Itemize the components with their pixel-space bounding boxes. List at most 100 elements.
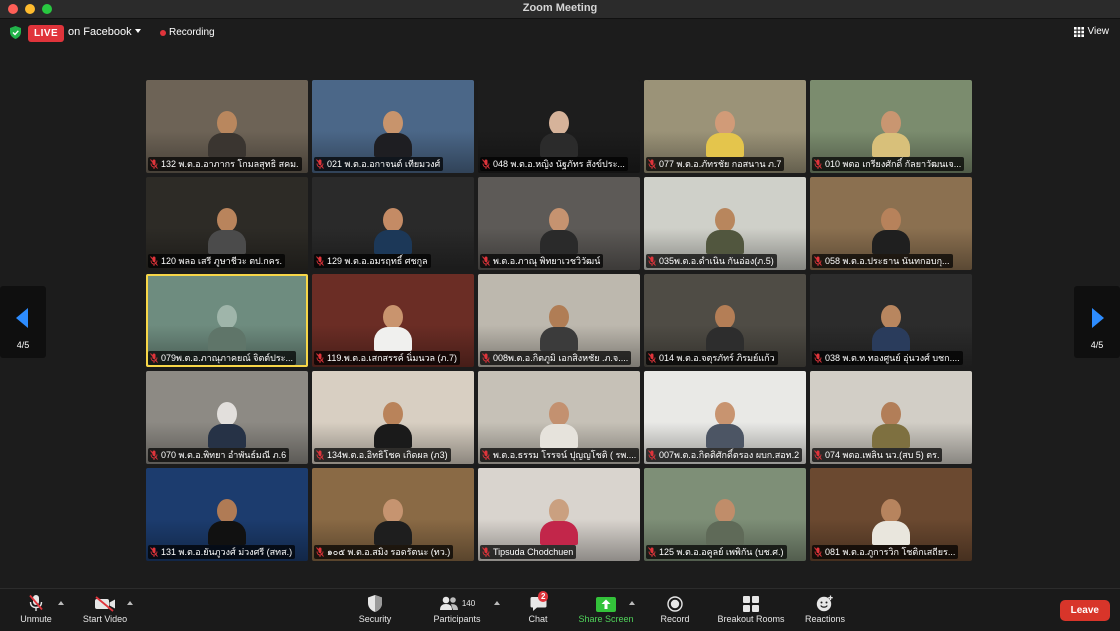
muted-microphone-icon xyxy=(29,594,43,611)
participant-video-tile[interactable]: 014 พ.ต.อ.จตุรภัทร์ ภิรมย์แก้ว xyxy=(644,274,806,367)
muted-mic-icon xyxy=(150,353,158,363)
participant-name-label: 074 พตอ.เพลิน นว.(สบ 5) ตร. xyxy=(812,448,943,462)
record-icon xyxy=(667,596,683,612)
participant-video-tile[interactable]: 008พ.ต.อ.กิตภูมิ เอกสิงหชัย .ภ.จ.... xyxy=(478,274,640,367)
participant-name: 021 พ.ต.อ.อกาจนต์ เทียมวงศ์ xyxy=(327,159,441,169)
leave-meeting-button[interactable]: Leave xyxy=(1059,600,1110,621)
participant-video-tile[interactable]: 077 พ.ต.อ.ภัทรชัย กอสนาน ภ.7 xyxy=(644,80,806,173)
share-screen-button[interactable]: Share Screen xyxy=(574,594,638,624)
participant-video-tile[interactable]: 119.พ.ต.อ.เสกสรรค์ นิ่มนวล (ภ.7) xyxy=(312,274,474,367)
muted-mic-icon xyxy=(814,353,822,363)
next-page-button[interactable]: 4/5 xyxy=(1074,286,1120,358)
participant-name: 074 พตอ.เพลิน นว.(สบ 5) ตร. xyxy=(825,450,940,460)
view-button[interactable]: View xyxy=(1073,26,1110,37)
shield-check-icon[interactable] xyxy=(10,26,21,39)
participant-video-tile[interactable]: 070 พ.ต.อ.พิทยา อำพันธ์มณี ภ.6 xyxy=(146,371,308,464)
participant-video-feed xyxy=(374,111,412,157)
participant-name-label: 014 พ.ต.อ.จตุรภัทร์ ภิรมย์แก้ว xyxy=(646,351,778,365)
participant-video-tile[interactable]: 079พ.ต.อ.ภาณุภาคยณ์ จิตต์ประ... xyxy=(146,274,308,367)
participant-video-feed xyxy=(706,111,744,157)
breakout-rooms-button[interactable]: Breakout Rooms xyxy=(712,594,790,624)
participant-video-tile[interactable]: พ.ต.อ.ธรรม โรรจน์ ปุญญโชติ ( รพ.... xyxy=(478,371,640,464)
participant-name: 010 พตอ เกรียงศักดิ์ กัลยาวัฒนเจ... xyxy=(825,159,962,169)
participant-name: 132 พ.ต.อ.อาภากร โกมลสุทธิ สคม. xyxy=(161,159,299,169)
participant-video-feed xyxy=(872,111,910,157)
muted-mic-icon xyxy=(648,547,656,557)
chat-button[interactable]: 2 Chat xyxy=(522,591,554,624)
arrow-left-icon xyxy=(16,308,28,328)
reactions-button[interactable]: Reactions xyxy=(800,594,850,624)
breakout-rooms-grid-icon xyxy=(743,596,759,612)
participant-video-tile[interactable]: 007พ.ต.อ.กิตติศักดิ์ตรอง ผบก.สอท.2 xyxy=(644,371,806,464)
video-options-chevron-up-icon[interactable] xyxy=(127,601,133,605)
participant-name-label: 035พ.ต.อ.ดำเนิน กันอ่อง(ภ.5) xyxy=(646,254,777,268)
participant-video-feed xyxy=(872,402,910,448)
participant-video-tile[interactable]: 021 พ.ต.อ.อกาจนต์ เทียมวงศ์ xyxy=(312,80,474,173)
participant-name: Tipsuda Chodchuen xyxy=(493,547,574,557)
live-menu-chevron-down-icon[interactable] xyxy=(135,29,141,33)
share-options-chevron-up-icon[interactable] xyxy=(629,601,635,605)
participant-video-feed xyxy=(208,111,246,157)
participant-video-tile[interactable]: พ.ต.อ.ภาณุ พิทยาเวชวิวัฒน์ xyxy=(478,177,640,270)
muted-mic-icon xyxy=(316,256,324,266)
participant-video-tile[interactable]: 132 พ.ต.อ.อาภากร โกมลสุทธิ สคม. xyxy=(146,80,308,173)
participant-name: 038 พ.ต.ท.ทองศูนย์ อุ่นวงศ์ บชก.... xyxy=(825,353,960,363)
participant-name: 079พ.ต.อ.ภาณุภาคยณ์ จิตต์ประ... xyxy=(161,353,294,363)
participant-name-label: ๑๐๕ พ.ต.อ.สมิง รอดรัตนะ (ทว.) xyxy=(314,545,454,559)
participant-video-tile[interactable]: 035พ.ต.อ.ดำเนิน กันอ่อง(ภ.5) xyxy=(644,177,806,270)
participant-name: 007พ.ต.อ.กิตติศักดิ์ตรอง ผบก.สอท.2 xyxy=(659,450,800,460)
participant-video-tile[interactable]: 081 พ.ต.อ.ภูการวิก โชติกเสถียร... xyxy=(810,468,972,561)
muted-mic-icon xyxy=(482,256,490,266)
participant-name-label: 134พ.ต.อ.อิทธิโชค เกิดผล (ภ3) xyxy=(314,448,451,462)
audio-options-chevron-up-icon[interactable] xyxy=(58,601,64,605)
participant-video-tile[interactable]: 048 พ.ต.อ.หญิง นัฐภัทร สังข์ประ... xyxy=(478,80,640,173)
participant-video-tile[interactable]: ๑๐๕ พ.ต.อ.สมิง รอดรัตนะ (ทว.) xyxy=(312,468,474,561)
participant-video-feed xyxy=(208,499,246,545)
muted-mic-icon xyxy=(316,159,324,169)
participant-video-tile[interactable]: 058 พ.ต.อ.ประธาน นันทกอบกุ... xyxy=(810,177,972,270)
participant-name-label: 079พ.ต.อ.ภาณุภาคยณ์ จิตต์ประ... xyxy=(148,351,297,365)
participant-video-tile[interactable]: 131 พ.ต.อ.ยันภูวงศ์ ม่วงศรี (สทส.) xyxy=(146,468,308,561)
participant-video-feed xyxy=(706,499,744,545)
participant-name: ๑๐๕ พ.ต.อ.สมิง รอดรัตนะ (ทว.) xyxy=(327,547,451,557)
participant-name: 014 พ.ต.อ.จตุรภัทร์ ภิรมย์แก้ว xyxy=(659,353,775,363)
recording-label: Recording xyxy=(169,27,215,38)
record-button[interactable]: Record xyxy=(655,594,695,624)
share-screen-arrow-icon xyxy=(596,597,616,612)
participant-video-tile[interactable]: 125 พ.ต.อ.อคูลย์ เพพิกัน (บช.ศ.) xyxy=(644,468,806,561)
muted-mic-icon xyxy=(150,547,158,557)
security-label: Security xyxy=(358,614,392,624)
previous-page-button[interactable]: 4/5 xyxy=(0,286,46,358)
participant-video-tile[interactable]: Tipsuda Chodchuen xyxy=(478,468,640,561)
participant-video-feed xyxy=(374,305,412,351)
participant-name-label: 038 พ.ต.ท.ทองศูนย์ อุ่นวงศ์ บชก.... xyxy=(812,351,963,365)
participant-video-feed xyxy=(208,208,246,254)
muted-mic-icon xyxy=(150,450,158,460)
page-indicator-left: 4/5 xyxy=(16,340,30,350)
start-video-button[interactable]: Start Video xyxy=(78,594,132,624)
view-label: View xyxy=(1087,26,1110,37)
participant-name: 129 พ.ต.อ.อมรฤทธิ์ ศชกูล xyxy=(327,256,428,266)
participants-button[interactable]: 140 Participants xyxy=(428,594,486,624)
participant-name-label: 077 พ.ต.อ.ภัทรชัย กอสนาน ภ.7 xyxy=(646,157,785,171)
live-target-label[interactable]: on Facebook xyxy=(68,26,132,38)
record-label: Record xyxy=(660,614,690,624)
security-button[interactable]: Security xyxy=(355,594,395,624)
participant-video-tile[interactable]: 120 พลอ เสรี ภูษาชีวะ ตป.กคร. xyxy=(146,177,308,270)
participant-video-tile[interactable]: 038 พ.ต.ท.ทองศูนย์ อุ่นวงศ์ บชก.... xyxy=(810,274,972,367)
unmute-button[interactable]: Unmute xyxy=(16,594,56,624)
participants-icon xyxy=(439,596,458,610)
meeting-topbar: LIVE on Facebook Recording View xyxy=(0,19,1120,47)
participant-video-tile[interactable]: 134พ.ต.อ.อิทธิโชค เกิดผล (ภ3) xyxy=(312,371,474,464)
participant-video-tile[interactable]: 074 พตอ.เพลิน นว.(สบ 5) ตร. xyxy=(810,371,972,464)
participants-options-chevron-up-icon[interactable] xyxy=(494,601,500,605)
recording-dot-icon xyxy=(160,30,166,36)
live-badge[interactable]: LIVE xyxy=(28,25,65,42)
participant-video-feed xyxy=(540,305,578,351)
participant-video-feed xyxy=(374,402,412,448)
breakout-rooms-label: Breakout Rooms xyxy=(717,614,785,624)
participant-name: 058 พ.ต.อ.ประธาน นันทกอบกุ... xyxy=(825,256,950,266)
participant-video-tile[interactable]: 010 พตอ เกรียงศักดิ์ กัลยาวัฒนเจ... xyxy=(810,80,972,173)
reactions-label: Reactions xyxy=(804,614,846,624)
participant-video-tile[interactable]: 129 พ.ต.อ.อมรฤทธิ์ ศชกูล xyxy=(312,177,474,270)
